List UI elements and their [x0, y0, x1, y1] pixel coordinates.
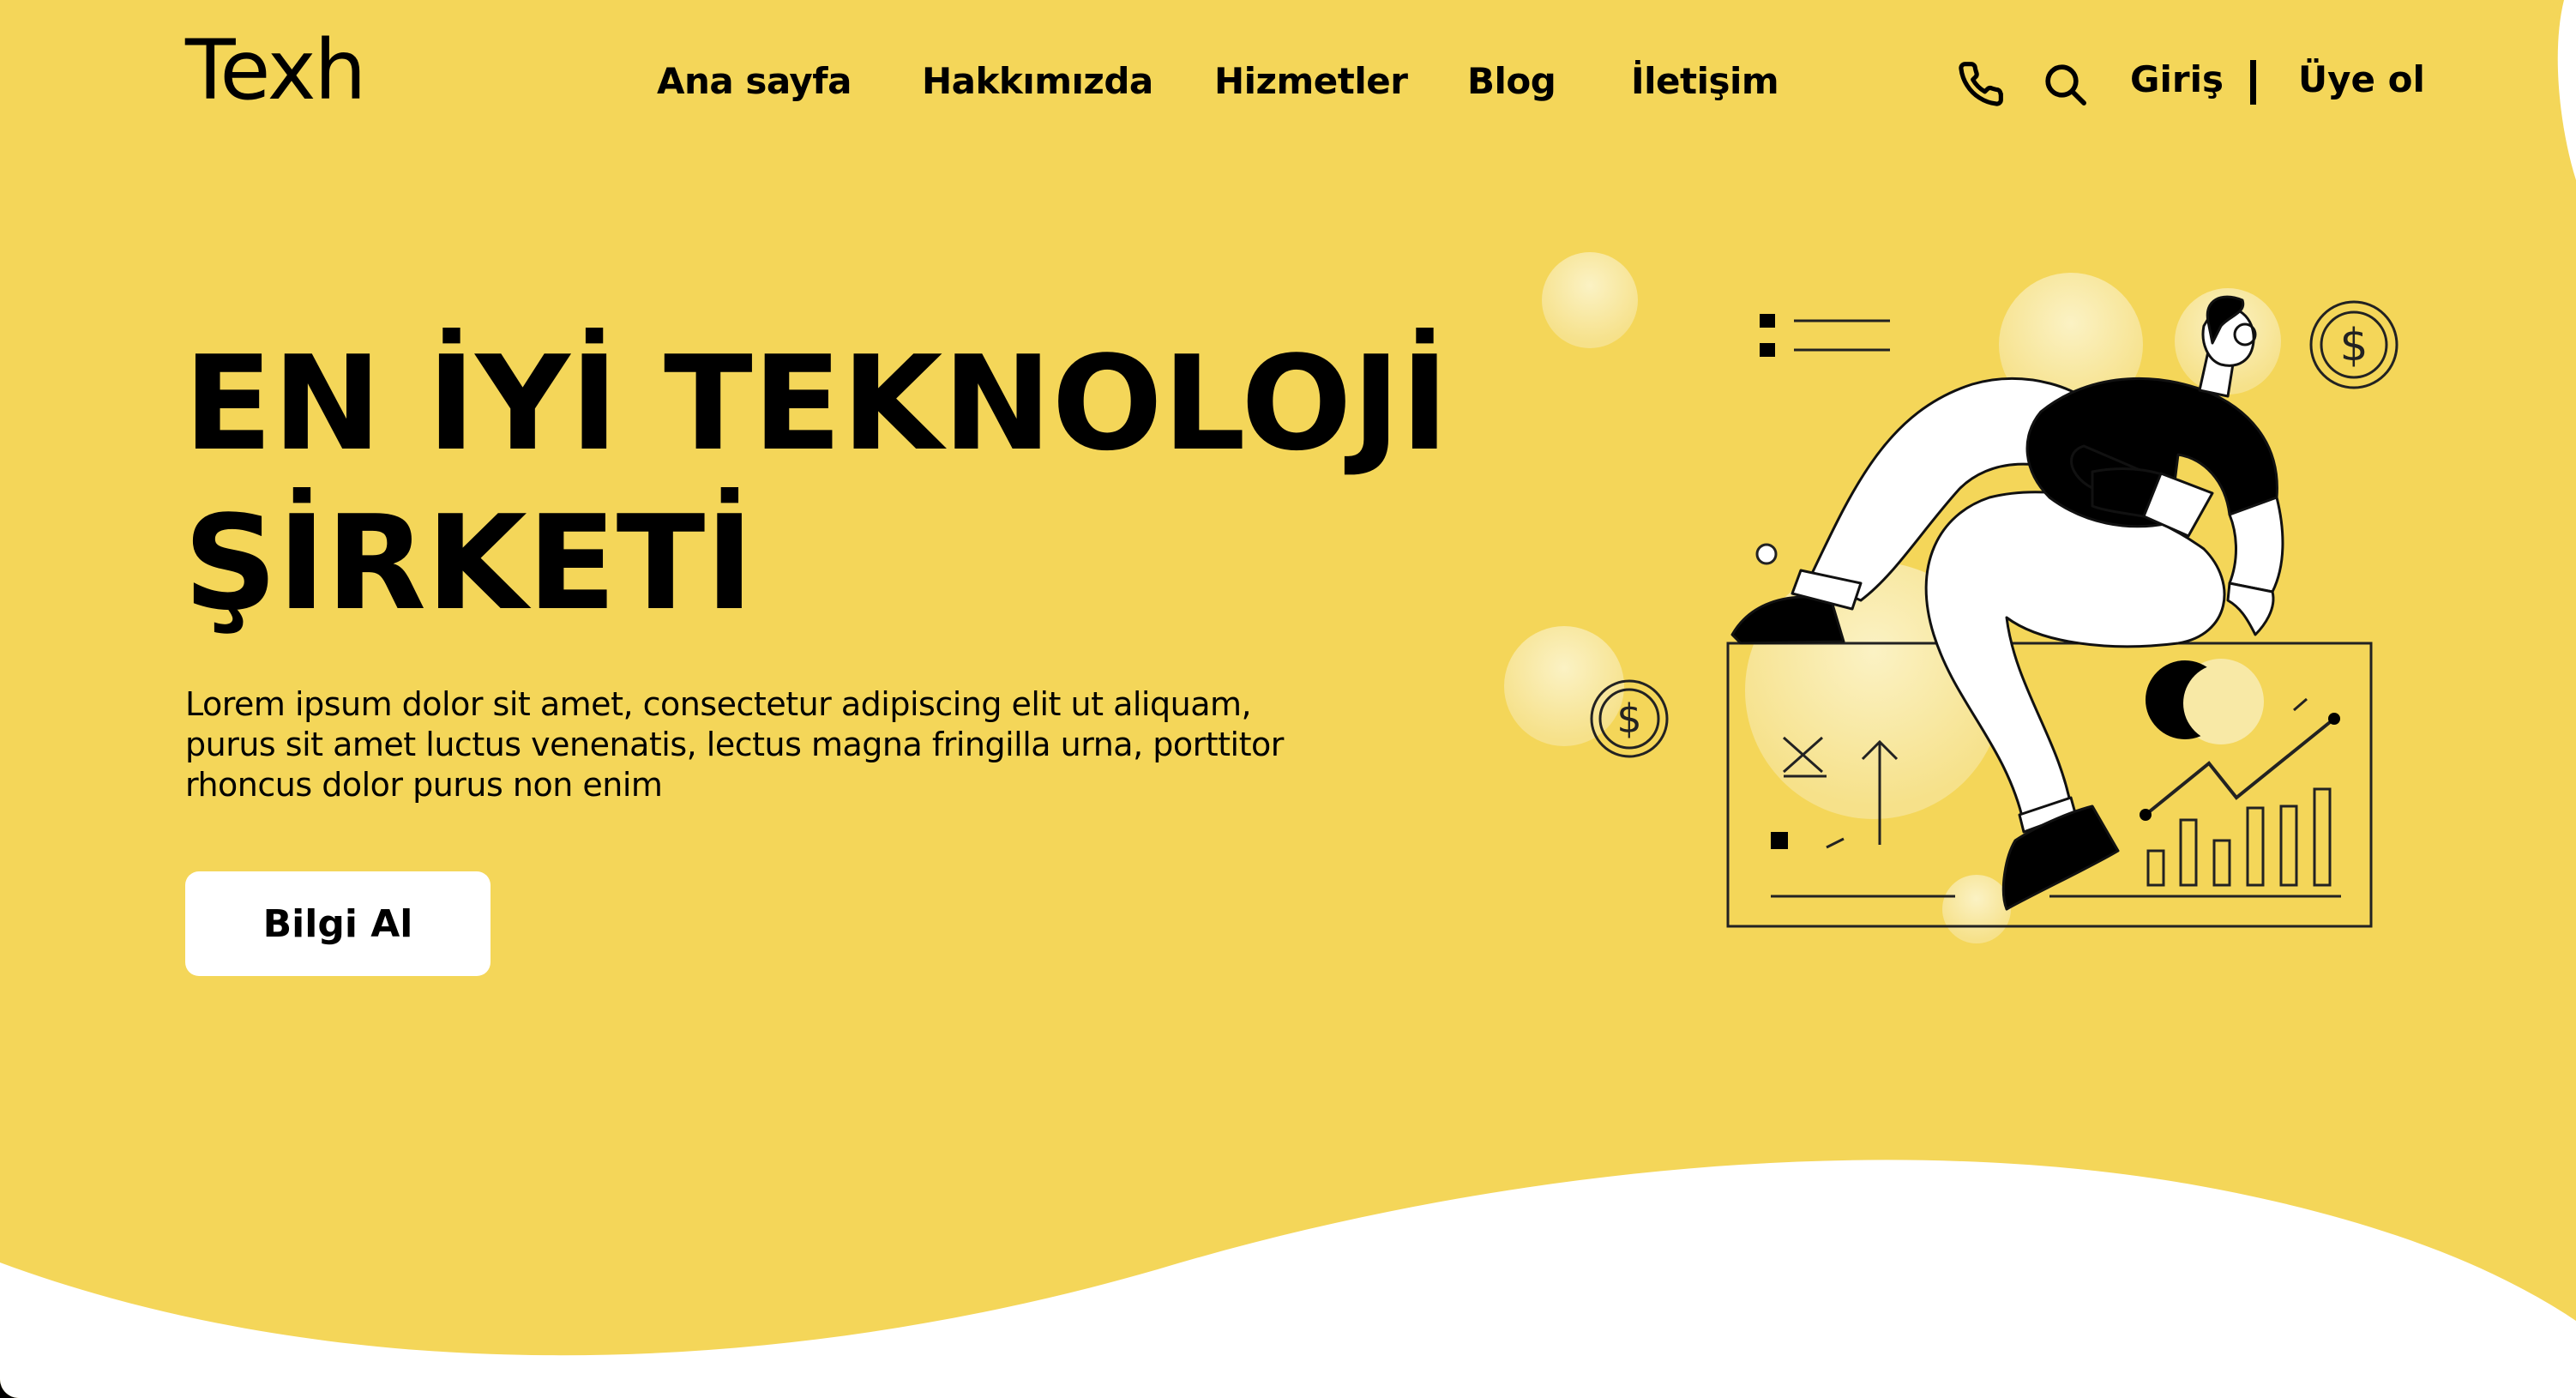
- nav-item-iletisim[interactable]: İletişim: [1631, 60, 1779, 102]
- nav-item-hizmetler[interactable]: Hizmetler: [1214, 60, 1408, 102]
- nav-item-hakkimizda[interactable]: Hakkımızda: [922, 60, 1153, 102]
- search-icon[interactable]: [2041, 60, 2089, 108]
- hero-description: Lorem ipsum dolor sit amet, consectetur …: [185, 685, 1284, 804]
- signup-link[interactable]: Üye ol: [2298, 58, 2425, 100]
- hero-title: EN İYİ TEKNOLOJİ ŞİRKETİ: [184, 324, 1449, 643]
- svg-text:$: $: [2339, 320, 2368, 371]
- svg-text:$: $: [1616, 696, 1641, 742]
- dollar-coin-icon: $: [2309, 300, 2398, 389]
- nav-item-blog[interactable]: Blog: [1467, 60, 1556, 102]
- phone-icon[interactable]: [1957, 60, 2005, 108]
- login-link[interactable]: Giriş: [2130, 58, 2224, 100]
- person-figure: [1730, 295, 2284, 911]
- hero-title-line-1: EN İYİ TEKNOLOJİ: [184, 328, 1449, 479]
- decor-bubble: [1504, 626, 1624, 746]
- decor-bubble: [1542, 252, 1638, 348]
- landing-page: Texh Ana sayfa Hakkımızda Hizmetler Blog…: [0, 0, 2576, 1398]
- nav-item-ana-sayfa[interactable]: Ana sayfa: [657, 60, 852, 102]
- hero-illustration: $ $: [1504, 252, 2398, 943]
- header-divider: [2250, 60, 2256, 105]
- decor-bubble: [1942, 875, 2011, 943]
- bilgi-al-button[interactable]: Bilgi Al: [185, 871, 491, 976]
- hero-title-line-2: ŞİRKETİ: [184, 487, 754, 639]
